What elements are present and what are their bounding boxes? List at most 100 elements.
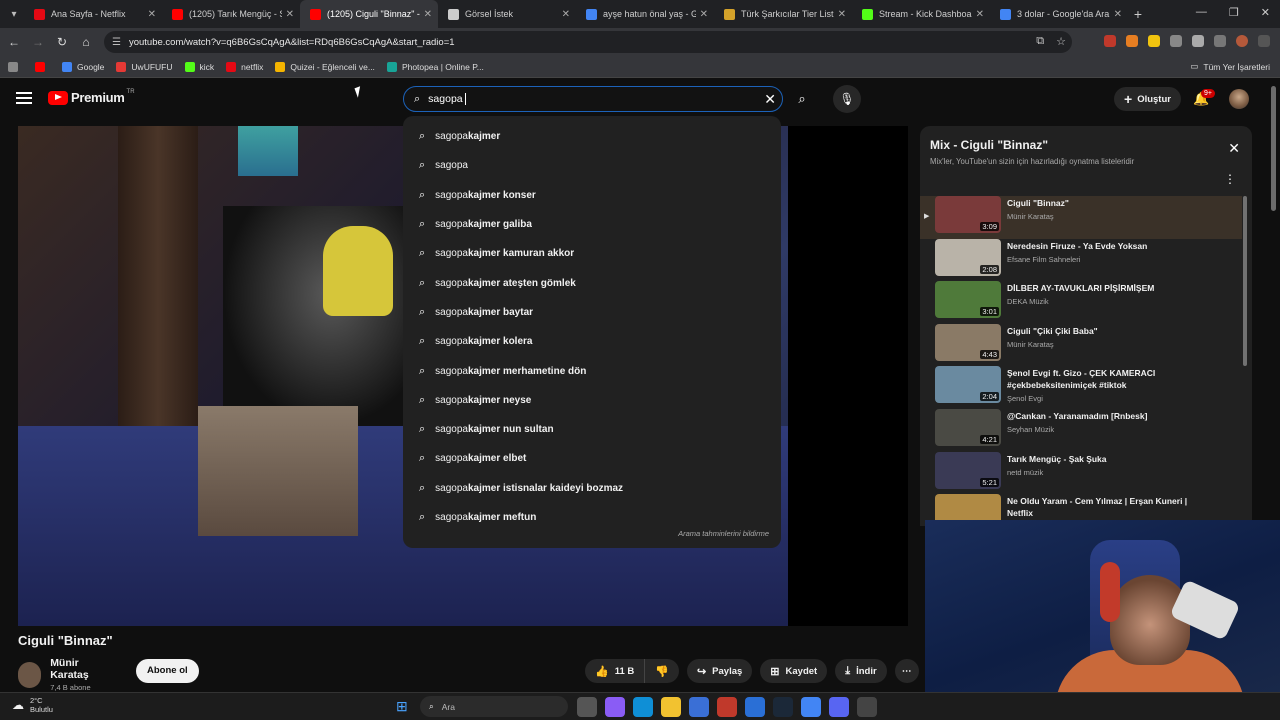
close-tab-icon[interactable]: ✕ xyxy=(838,9,846,20)
minimize-icon[interactable]: — xyxy=(1196,6,1207,19)
playlist-item[interactable]: 2:08 Neredesin Firuze - Ya Evde Yoksan E… xyxy=(920,238,1242,282)
playlist-item[interactable]: ▶ 3:09 Ciguli "Binnaz" Münir Karataş xyxy=(920,196,1242,239)
share-button[interactable]: ↪ Paylaş xyxy=(686,659,753,683)
playlist-item[interactable]: 2:04 Şenol Evgi ft. Gizo - ÇEK KAMERACI … xyxy=(920,366,1242,409)
bookmark-item[interactable]: kick xyxy=(184,61,214,72)
task-view-icon[interactable] xyxy=(577,697,597,717)
voice-search-mic-icon[interactable]: 🎙 xyxy=(833,85,861,113)
edge-icon[interactable] xyxy=(633,697,653,717)
create-button[interactable]: + Oluştur xyxy=(1114,87,1181,111)
bookmark-item[interactable]: Photopea | Online P... xyxy=(386,61,484,72)
close-playlist-icon[interactable]: ✕ xyxy=(1228,140,1240,157)
report-predictions-link[interactable]: Arama tahminlerini bildirme xyxy=(678,529,769,538)
shield-icon[interactable] xyxy=(1170,35,1182,47)
search-suggestion[interactable]: ⌕ sagopa kajmer ateşten gömlek xyxy=(403,268,781,297)
playlist-item[interactable]: 5:21 Tarık Mengüç - Şak Şuka netd müzik xyxy=(920,451,1242,495)
subscribe-button[interactable]: Abone ol xyxy=(136,659,199,683)
taskbar-search[interactable]: ⌕ Ara xyxy=(420,696,568,717)
steam-icon[interactable] xyxy=(773,697,793,717)
save-button[interactable]: ⊞ Kaydet xyxy=(760,659,828,683)
search-suggestion[interactable]: ⌕ sagopa kajmer konser xyxy=(403,181,781,210)
back-icon[interactable]: ← xyxy=(2,35,26,49)
site-settings-icon[interactable]: ☰ xyxy=(112,37,121,48)
video-thumbnail[interactable]: 3:09 xyxy=(935,196,1001,233)
bookmark-item[interactable]: Google xyxy=(62,61,104,72)
video-thumbnail[interactable]: 4:43 xyxy=(935,323,1001,361)
close-window-icon[interactable]: ✕ xyxy=(1261,6,1270,19)
youtube-premium-logo[interactable]: Premium TR xyxy=(48,89,135,105)
chrome-icon[interactable] xyxy=(801,697,821,717)
search-suggestion[interactable]: ⌕ sagopa kajmer elbet xyxy=(403,444,781,473)
app-icon[interactable] xyxy=(717,697,737,717)
search-button[interactable]: ⌕ xyxy=(786,86,818,112)
account-avatar[interactable] xyxy=(1229,89,1249,109)
store-icon[interactable] xyxy=(689,697,709,717)
playlist-item[interactable]: 4:21 @Cankan - Yaranamadım [Rnbesk] Seyh… xyxy=(920,408,1242,452)
close-tab-icon[interactable]: ✕ xyxy=(1114,9,1122,20)
download-button[interactable]: ⤓ İndir xyxy=(835,659,887,683)
playlist-item[interactable]: 3:01 DİLBER AY-TAVUKLARI PİŞİRMİŞEM DEKA… xyxy=(920,281,1242,324)
bookmark-item[interactable]: Quizei - Eğlenceli ve... xyxy=(275,61,375,72)
like-button[interactable]: 👍 11 B xyxy=(585,659,646,683)
video-thumbnail[interactable]: 3:01 xyxy=(935,281,1001,319)
extension-icon[interactable] xyxy=(1104,35,1116,47)
new-tab-button[interactable]: + xyxy=(1128,6,1148,22)
browser-tab[interactable]: Ana Sayfa - Netflix ✕ xyxy=(24,0,162,28)
browser-tab[interactable]: Görsel İstek ✕ xyxy=(438,0,576,28)
media-icon[interactable] xyxy=(1214,35,1226,47)
search-input[interactable]: ⌕ sagopa ✕ xyxy=(403,86,783,112)
search-suggestion[interactable]: ⌕ sagopa kajmer kolera xyxy=(403,327,781,356)
search-suggestion[interactable]: ⌕ sagopa xyxy=(403,151,781,180)
close-tab-icon[interactable]: ✕ xyxy=(976,9,984,20)
weather-widget[interactable]: ☁ 2°C Bulutlu xyxy=(12,696,53,714)
channel-name[interactable]: Münir Karataş xyxy=(50,657,112,681)
install-app-icon[interactable]: ⧉ xyxy=(1036,35,1044,48)
close-tab-icon[interactable]: ✕ xyxy=(424,9,432,20)
file-explorer-icon[interactable] xyxy=(661,697,681,717)
address-bar[interactable]: ☰ youtube.com/watch?v=q6B6GsCqAgA&list=R… xyxy=(104,31,1072,53)
discord-icon[interactable] xyxy=(829,697,849,717)
search-suggestion[interactable]: ⌕ sagopa kajmer kamuran akkor xyxy=(403,239,781,268)
browser-tab[interactable]: (1205) Ciguli "Binnaz" - Yo ✕ xyxy=(300,0,438,28)
browser-tab[interactable]: 3 dolar - Google'da Ara ✕ xyxy=(990,0,1128,28)
search-suggestion[interactable]: ⌕ sagopa kajmer xyxy=(403,122,781,151)
page-scrollbar[interactable] xyxy=(1271,86,1276,211)
browser-tab[interactable]: ayşe hatun önal yaş - Goo ✕ xyxy=(576,0,714,28)
browser-tab[interactable]: Türk Şarkıcılar Tier List (C ✕ xyxy=(714,0,852,28)
browser-tab[interactable]: (1205) Tarık Mengüç - Şak ✕ xyxy=(162,0,300,28)
close-tab-icon[interactable]: ✕ xyxy=(700,9,708,20)
tab-search-chevron-icon[interactable]: ▾ xyxy=(4,4,24,24)
extension-icon[interactable] xyxy=(1148,35,1160,47)
forward-icon[interactable]: → xyxy=(26,35,50,49)
windows-start-icon[interactable]: ⊞ xyxy=(396,698,408,715)
bookmark-item[interactable] xyxy=(35,61,50,72)
search-suggestion[interactable]: ⌕ sagopa kajmer neyse xyxy=(403,386,781,415)
restore-icon[interactable]: ❐ xyxy=(1229,6,1239,19)
all-bookmarks[interactable]: ▭ Tüm Yer İşaretleri xyxy=(1190,61,1270,72)
copilot-icon[interactable] xyxy=(605,697,625,717)
bookmark-item[interactable]: UwUFUFU xyxy=(116,61,173,72)
playlist-more-icon[interactable]: ⋮ xyxy=(1224,172,1236,186)
kebab-menu-icon[interactable] xyxy=(1258,35,1270,47)
dislike-button[interactable]: 👎 xyxy=(645,659,679,683)
search-suggestion[interactable]: ⌕ sagopa kajmer istisnalar kaideyi bozma… xyxy=(403,474,781,503)
playlist-item[interactable]: 4:43 Ciguli "Çiki Çiki Baba" Münir Karat… xyxy=(920,323,1242,367)
extension-icon[interactable] xyxy=(1126,35,1138,47)
apps-icon[interactable] xyxy=(8,61,23,72)
search-suggestion[interactable]: ⌕ sagopa kajmer merhametine dön xyxy=(403,356,781,385)
profile-icon[interactable] xyxy=(1236,35,1248,47)
home-icon[interactable]: ⌂ xyxy=(74,35,98,49)
browser-tab[interactable]: Stream - Kick Dashboard ✕ xyxy=(852,0,990,28)
search-suggestion[interactable]: ⌕ sagopa kajmer meftun xyxy=(403,503,781,532)
app-icon[interactable] xyxy=(857,697,877,717)
more-actions-icon[interactable]: ⋯ xyxy=(894,659,919,683)
puzzle-icon[interactable] xyxy=(1192,35,1204,47)
hamburger-menu-icon[interactable] xyxy=(16,92,32,104)
close-tab-icon[interactable]: ✕ xyxy=(562,9,570,20)
search-suggestion[interactable]: ⌕ sagopa kajmer nun sultan xyxy=(403,415,781,444)
search-suggestion[interactable]: ⌕ sagopa kajmer baytar xyxy=(403,298,781,327)
bookmark-item[interactable]: netflix xyxy=(226,61,263,72)
channel-avatar[interactable] xyxy=(18,661,42,688)
close-tab-icon[interactable]: ✕ xyxy=(148,9,156,20)
playlist-scrollbar[interactable] xyxy=(1243,196,1247,366)
